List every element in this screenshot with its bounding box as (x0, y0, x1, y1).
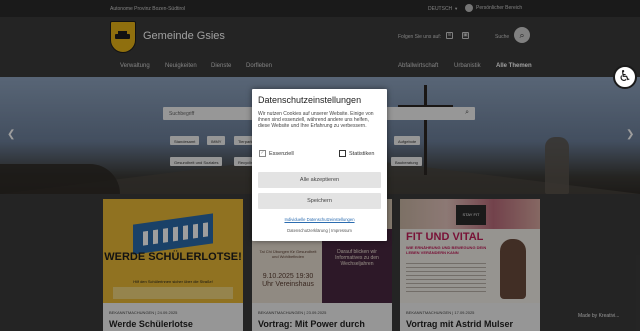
watermark: Made by Kreativi... (578, 313, 620, 319)
accessibility-icon[interactable]: ♿︎ (613, 65, 637, 89)
option-essential: ✓ Essenziell (259, 150, 294, 157)
statistics-checkbox[interactable] (339, 150, 346, 157)
accept-all-button[interactable]: Alle akzeptieren (258, 172, 381, 188)
privacy-imprint-links[interactable]: Datenschutzerklärung | Impressum (252, 228, 387, 233)
dialog-text: Wir nutzen Cookies auf unserer Website. … (258, 111, 374, 130)
save-button[interactable]: Speichern (258, 193, 381, 209)
statistics-label: Statistiken (349, 150, 375, 157)
option-statistics[interactable]: Statistiken (339, 150, 374, 157)
individual-settings-link[interactable]: Individuelle Datenschutzeinstellungen (252, 217, 387, 222)
essential-label: Essenziell (269, 150, 294, 157)
dialog-title: Datenschutzeinstellungen (258, 95, 362, 105)
cookie-consent-dialog: Datenschutzeinstellungen Wir nutzen Cook… (252, 89, 387, 241)
essential-checkbox: ✓ (259, 150, 266, 157)
